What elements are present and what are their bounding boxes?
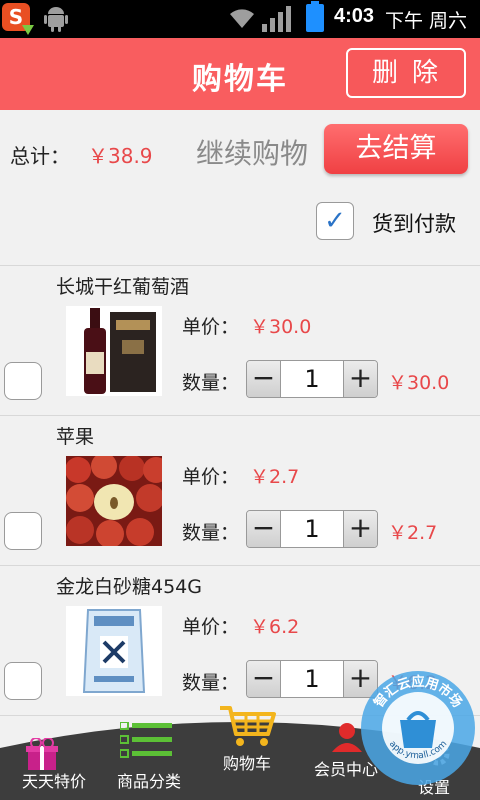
quantity-input[interactable]: 1 (281, 361, 343, 397)
signal-icon (262, 6, 291, 32)
nav-label: 商品分类 (116, 772, 181, 791)
nav-item-cart[interactable]: 购物车 (204, 700, 290, 800)
item-checkbox[interactable] (4, 662, 42, 700)
android-icon (44, 7, 68, 32)
unit-price-label: 单价： (182, 616, 240, 638)
quantity-label: 数量： (182, 672, 240, 694)
wifi-icon (230, 9, 254, 28)
increment-button[interactable]: + (343, 361, 377, 397)
status-date: 下午 周六 (385, 10, 468, 32)
cod-label: 货到付款 (372, 212, 456, 236)
nav-label: 天天特价 (21, 772, 86, 791)
item-checkbox[interactable] (4, 362, 42, 400)
list-icon (120, 722, 172, 758)
quantity-label: 数量： (182, 522, 240, 544)
item-name: 长城干红葡萄酒 (56, 276, 190, 298)
cart-icon (220, 706, 276, 746)
increment-button[interactable]: + (343, 511, 377, 547)
checkout-button[interactable]: 去结算 (324, 124, 468, 174)
item-subtotal: ￥30.0 (388, 372, 450, 394)
nav-item-categories[interactable]: 商品分类 (106, 700, 192, 800)
continue-shopping-button[interactable]: 继续购物 (196, 132, 308, 172)
quantity-input[interactable]: 1 (281, 661, 343, 697)
unit-price-value: ￥2.7 (250, 466, 300, 488)
item-checkbox[interactable] (4, 512, 42, 550)
wine-bottle-image (66, 306, 162, 396)
gift-icon (26, 738, 58, 770)
decrement-button[interactable]: − (247, 361, 281, 397)
unit-price-value: ￥6.2 (250, 616, 300, 638)
cod-checkbox[interactable]: ✓ (316, 202, 354, 240)
nav-item-daily-deals[interactable]: 天天特价 (6, 700, 102, 800)
status-time: 4:03 (334, 5, 375, 27)
battery-icon (306, 1, 324, 32)
unit-price-label: 单价： (182, 316, 240, 338)
sugar-bag-image (66, 606, 162, 696)
delete-button[interactable]: 删除 (346, 48, 466, 98)
app-market-watermark: 智汇云应用市场 app.ymall.com (361, 671, 475, 785)
item-name: 苹果 (56, 426, 95, 448)
apples-image (66, 456, 162, 546)
cart-summary: 总计： ￥38.9 继续购物 去结算 ✓ 货到付款 (0, 110, 480, 266)
unit-price-value: ￥30.0 (250, 316, 312, 338)
nav-label: 购物车 (222, 754, 271, 773)
quantity-label: 数量： (182, 372, 240, 394)
cart-item-apple: 苹果 单价： ￥2.7 数量： − 1 + ￥2.7 (0, 416, 480, 566)
checkmark-icon: ✓ (324, 206, 346, 236)
quantity-stepper: − 1 + (246, 510, 378, 548)
decrement-button[interactable]: − (247, 661, 281, 697)
decrement-button[interactable]: − (247, 511, 281, 547)
quantity-stepper: − 1 + (246, 360, 378, 398)
item-subtotal: ￥2.7 (388, 522, 438, 544)
title-bar: 购物车 删除 (0, 38, 480, 110)
status-bar: S 4:03 下午 周六 (0, 0, 480, 38)
unit-price-label: 单价： (182, 466, 240, 488)
item-name: 金龙白砂糖454G (56, 576, 202, 598)
app-s-icon: S (2, 3, 34, 35)
total-label: 总计： (10, 144, 70, 168)
quantity-input[interactable]: 1 (281, 511, 343, 547)
total-value: ￥38.9 (88, 144, 153, 168)
cart-item-wine: 长城干红葡萄酒 单价： ￥30.0 数量： − 1 + ￥30.0 (0, 266, 480, 416)
